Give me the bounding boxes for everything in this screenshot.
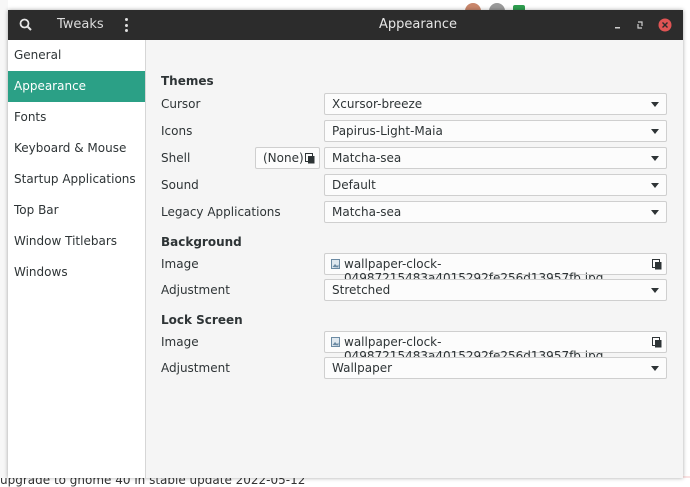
sidebar-item-appearance[interactable]: Appearance bbox=[8, 71, 145, 102]
icons-dropdown[interactable]: Papirus-Light-Maia bbox=[324, 120, 667, 142]
icons-label: Icons bbox=[161, 124, 193, 138]
cursor-value: Xcursor-breeze bbox=[332, 97, 423, 111]
menu-icon[interactable] bbox=[120, 16, 132, 34]
lock-screen-adjustment-value: Wallpaper bbox=[332, 361, 393, 375]
chevron-down-icon bbox=[651, 156, 659, 161]
search-icon[interactable] bbox=[18, 17, 34, 33]
window-title: Appearance bbox=[378, 17, 458, 32]
sidebar-item-window-titlebars[interactable]: Window Titlebars bbox=[8, 226, 145, 257]
lock-screen-adjustment-dropdown[interactable]: Wallpaper bbox=[324, 357, 667, 379]
sidebar: General Appearance Fonts Keyboard & Mous… bbox=[8, 40, 146, 478]
sidebar-item-label: Startup Applications bbox=[14, 172, 136, 186]
background-adjustment-dropdown[interactable]: Stretched bbox=[324, 279, 667, 301]
clear-icon bbox=[652, 337, 662, 348]
image-file-icon bbox=[331, 259, 340, 269]
lock-screen-adjustment-label: Adjustment bbox=[161, 361, 230, 375]
chevron-down-icon bbox=[651, 183, 659, 188]
lock-screen-image-label: Image bbox=[161, 335, 199, 349]
appearance-panel: Themes Cursor Xcursor-breeze Icons Papir… bbox=[146, 40, 683, 478]
background-bottom-text: upgrade to gnome 40 in stable update 202… bbox=[0, 478, 306, 487]
background-bottom-line: upgrade to gnome 40 in stable update 202… bbox=[0, 478, 690, 487]
themes-heading: Themes bbox=[161, 74, 214, 88]
legacy-applications-label: Legacy Applications bbox=[161, 205, 281, 219]
shell-dropdown[interactable]: Matcha-sea bbox=[324, 147, 667, 169]
sidebar-item-label: Appearance bbox=[14, 79, 87, 93]
clear-icon bbox=[652, 259, 662, 270]
background-adjustment-label: Adjustment bbox=[161, 283, 230, 297]
image-file-icon bbox=[331, 337, 340, 347]
background-page-edge bbox=[0, 0, 8, 487]
lock-screen-heading: Lock Screen bbox=[161, 313, 243, 327]
titlebar: Tweaks Appearance bbox=[8, 10, 683, 40]
sidebar-item-label: Fonts bbox=[14, 110, 47, 124]
lock-screen-image-button[interactable]: wallpaper-clock-04987215483a4015292fe256… bbox=[324, 331, 667, 363]
cursor-dropdown[interactable]: Xcursor-breeze bbox=[324, 93, 667, 115]
close-icon[interactable] bbox=[658, 18, 672, 32]
sidebar-item-label: Keyboard & Mouse bbox=[14, 141, 127, 155]
sidebar-item-windows[interactable]: Windows bbox=[8, 257, 145, 288]
shell-none-label: (None) bbox=[263, 151, 304, 165]
background-heading: Background bbox=[161, 235, 242, 249]
sidebar-item-general[interactable]: General bbox=[8, 40, 145, 71]
tweaks-window: Tweaks Appearance General Appearance Fon… bbox=[8, 10, 683, 478]
sidebar-item-keyboard-mouse[interactable]: Keyboard & Mouse bbox=[8, 133, 145, 164]
background-image-label: Image bbox=[161, 257, 199, 271]
chevron-down-icon bbox=[651, 129, 659, 134]
sidebar-item-fonts[interactable]: Fonts bbox=[8, 102, 145, 133]
sidebar-item-label: General bbox=[14, 48, 62, 62]
legacy-applications-value: Matcha-sea bbox=[332, 205, 402, 219]
sidebar-item-label: Window Titlebars bbox=[14, 234, 118, 248]
chevron-down-icon bbox=[651, 102, 659, 107]
shell-label: Shell bbox=[161, 151, 191, 165]
sound-dropdown[interactable]: Default bbox=[324, 174, 667, 196]
sound-value: Default bbox=[332, 178, 376, 192]
maximize-icon[interactable] bbox=[633, 18, 647, 32]
sidebar-item-label: Windows bbox=[14, 265, 68, 279]
sidebar-item-top-bar[interactable]: Top Bar bbox=[8, 195, 145, 226]
background-adjustment-value: Stretched bbox=[332, 283, 391, 297]
app-name: Tweaks bbox=[57, 17, 104, 32]
chevron-down-icon bbox=[651, 210, 659, 215]
icons-value: Papirus-Light-Maia bbox=[332, 124, 443, 138]
shell-none-button[interactable]: (None) bbox=[255, 147, 320, 169]
chevron-down-icon bbox=[651, 366, 659, 371]
chevron-down-icon bbox=[651, 288, 659, 293]
sound-label: Sound bbox=[161, 178, 199, 192]
sidebar-item-label: Top Bar bbox=[14, 203, 59, 217]
minimize-icon[interactable] bbox=[611, 18, 625, 32]
clear-icon bbox=[305, 153, 315, 164]
background-image-button[interactable]: wallpaper-clock-04987215483a4015292fe256… bbox=[324, 253, 667, 285]
legacy-applications-dropdown[interactable]: Matcha-sea bbox=[324, 201, 667, 223]
cursor-label: Cursor bbox=[161, 97, 201, 111]
shell-value: Matcha-sea bbox=[332, 151, 402, 165]
sidebar-item-startup-applications[interactable]: Startup Applications bbox=[8, 164, 145, 195]
